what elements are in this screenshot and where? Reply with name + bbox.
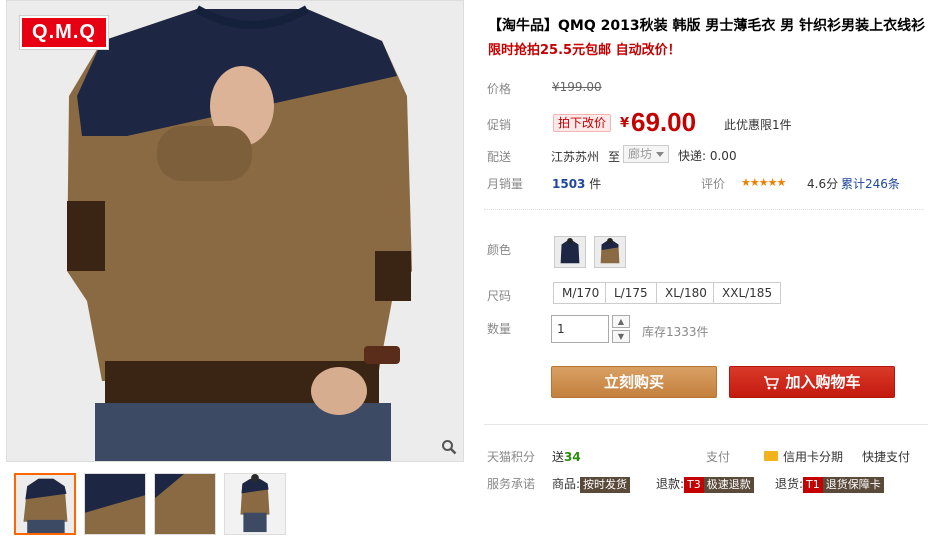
main-product-image[interactable]: Q.M.Q (6, 0, 464, 462)
promise-goods: 商品: 按时发货 (552, 475, 631, 493)
add-to-cart-label: 加入购物车 (785, 373, 861, 391)
quantity-decrease-button[interactable]: ▼ (612, 330, 630, 343)
shipping-fee: 快递: 0.00 (678, 149, 737, 163)
refund-badge: 极速退款 (703, 476, 754, 493)
size-option-xxl[interactable]: XXL/185 (713, 282, 782, 304)
quantity-input[interactable] (551, 315, 609, 343)
points-number: 34 (564, 450, 581, 464)
buy-now-button[interactable]: 立刻购买 (551, 366, 717, 398)
return-code-badge: T1 (803, 476, 823, 493)
return-badge: 退货保障卡 (822, 476, 884, 493)
star-rating-icon: ★★★★★ (741, 176, 786, 189)
monthly-sales: 1503 件 (552, 175, 601, 192)
promo-label: 促销 (487, 118, 512, 132)
promo-tag: 拍下改价 (553, 114, 612, 132)
size-option-xl[interactable]: XL/180 (656, 282, 716, 304)
brand-logo: Q.M.Q (20, 16, 108, 49)
price-panel: 价格 ¥199.00 促销 拍下改价 ¥ 69.00 此优惠限1件 配送 江苏苏… (484, 66, 924, 210)
quick-pay-link[interactable]: 快捷支付 (862, 448, 910, 465)
color-swatch-2[interactable] (594, 236, 626, 268)
destination-value: 廊坊 (628, 147, 653, 161)
sales-label: 月销量 (487, 177, 524, 191)
product-title: 【淘牛品】QMQ 2013秋装 韩版 男士薄毛衣 男 针织衫男装上衣线衫 (488, 18, 926, 34)
shipping-label: 配送 (487, 150, 512, 164)
promise-label: 服务承诺 (487, 477, 536, 491)
points-prefix: 送 (552, 450, 565, 464)
credit-card-icon (764, 451, 778, 461)
chevron-down-icon (656, 152, 664, 157)
review-count-link[interactable]: 累计246条 (841, 175, 900, 192)
service-panel: 天猫积分 送34 支付 信用卡分期 快捷支付 服务承诺 商品: 按时发货 退款: T… (484, 424, 928, 500)
installment-link[interactable]: 信用卡分期 (783, 448, 843, 465)
goods-prefix: 商品: (552, 477, 581, 491)
thumb-photo-2 (85, 474, 145, 534)
thumb-photo-4 (225, 474, 285, 534)
promise-refund: 退款: T3 极速退款 (656, 475, 754, 493)
thumbnail-3[interactable] (154, 473, 216, 535)
cart-icon (764, 375, 780, 389)
points-label: 天猫积分 (487, 450, 536, 464)
swatch-photo-1 (555, 237, 585, 267)
thumbnail-4[interactable] (224, 473, 286, 535)
stock-count: 库存1333件 (642, 325, 709, 339)
ship-from: 江苏苏州 (551, 150, 600, 164)
original-price: ¥199.00 (552, 80, 602, 94)
points-value: 送34 (552, 448, 581, 465)
promo-note: 此优惠限1件 (724, 118, 792, 132)
price-currency: ¥ (620, 116, 630, 131)
size-option-m[interactable]: M/170 (553, 282, 609, 304)
thumbnail-strip (6, 468, 464, 536)
thumb-photo-1 (16, 475, 74, 533)
price-label: 价格 (487, 82, 512, 96)
thumbnail-1[interactable] (14, 473, 76, 535)
size-label: 尺码 (487, 289, 512, 303)
color-swatch-1[interactable] (554, 236, 586, 268)
sweater-photo (7, 1, 463, 461)
size-option-l[interactable]: L/175 (605, 282, 657, 304)
review-label: 评价 (701, 177, 726, 191)
swatch-photo-2 (595, 237, 625, 267)
add-to-cart-button[interactable]: 加入购物车 (729, 366, 895, 398)
quantity-increase-button[interactable]: ▲ (612, 315, 630, 328)
pay-label: 支付 (706, 450, 731, 464)
return-prefix: 退货: (775, 477, 804, 491)
sales-count: 1503 (552, 177, 586, 191)
zoom-icon[interactable] (441, 439, 457, 455)
quantity-label: 数量 (487, 322, 512, 336)
ship-to-word: 至 (608, 150, 621, 164)
destination-select[interactable]: 廊坊 (623, 145, 669, 163)
rating-score: 4.6分 (807, 177, 839, 191)
sales-unit: 件 (589, 177, 602, 191)
thumb-photo-3 (155, 474, 215, 534)
goods-badge: 按时发货 (580, 476, 631, 493)
refund-prefix: 退款: (656, 477, 685, 491)
promise-return: 退货: T1 退货保障卡 (775, 475, 884, 493)
promo-price: 69.00 (631, 107, 697, 137)
thumbnail-2[interactable] (84, 473, 146, 535)
color-label: 颜色 (487, 243, 512, 257)
refund-code-badge: T3 (684, 476, 704, 493)
product-subtitle: 限时抢拍25.5元包邮 自动改价！ (488, 43, 681, 58)
